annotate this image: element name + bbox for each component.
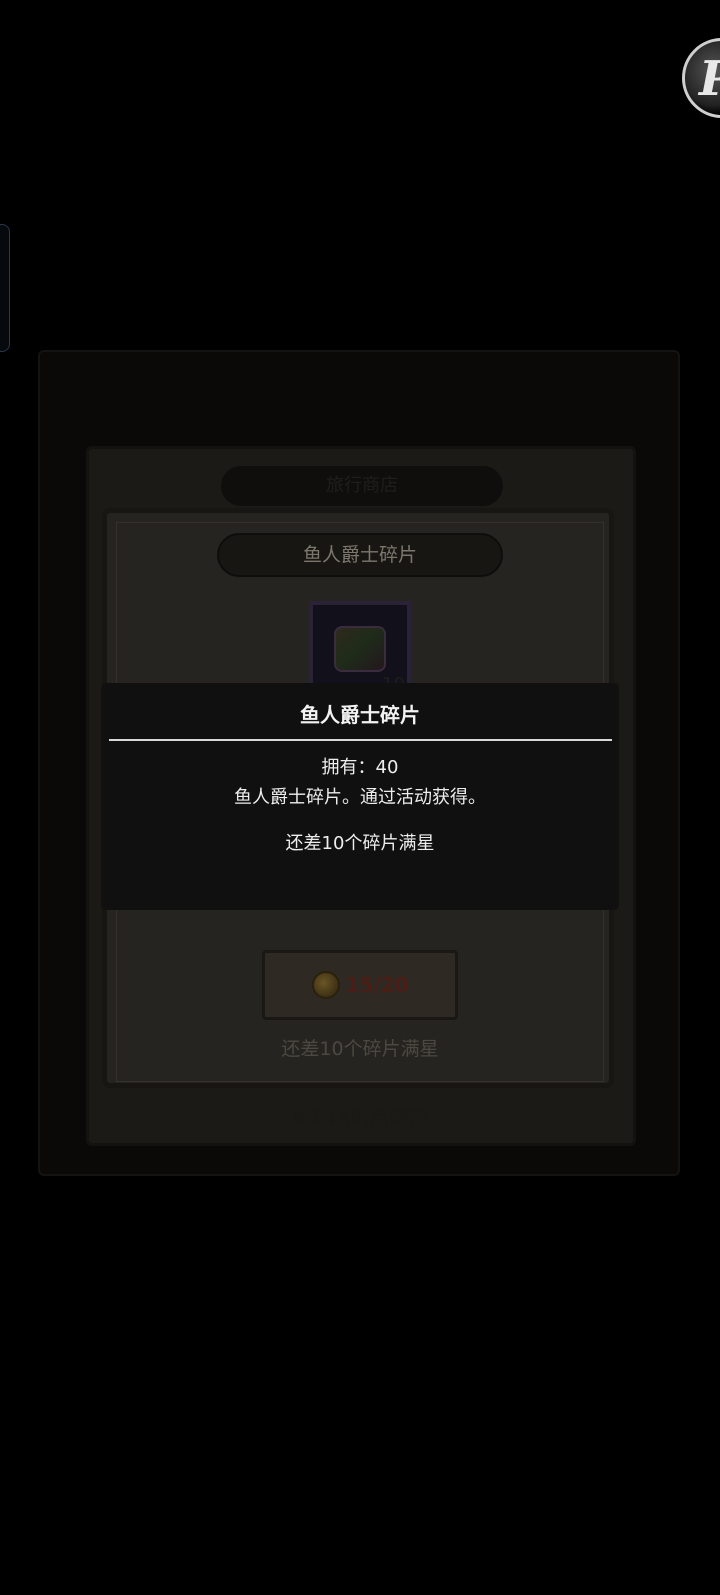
side-drawer-tab[interactable] <box>0 224 10 352</box>
tooltip-owned: 拥有：40 <box>321 757 399 778</box>
game-screen: P 旅行商店 鱼人爵士碎片 10 15/20 还差10个碎片满星 8天16时后刷… <box>0 0 720 1595</box>
item-name-banner: 鱼人爵士碎片 <box>217 533 503 577</box>
tooltip-divider <box>109 739 612 741</box>
refresh-timer: 8天16时后刷新 <box>292 1108 428 1130</box>
item-fragment-icon <box>334 626 386 672</box>
tooltip-title: 鱼人爵士碎片 <box>300 703 420 727</box>
shop-title: 旅行商店 <box>221 466 503 506</box>
item-tooltip: 鱼人爵士碎片 拥有：40 鱼人爵士碎片。通过活动获得。 还差10个碎片满星 <box>101 683 619 910</box>
remaining-fragments-text: 还差10个碎片满星 <box>281 1038 439 1060</box>
corner-app-badge-icon[interactable]: P <box>682 38 720 118</box>
price-label: 15/20 <box>345 973 409 997</box>
buy-button[interactable]: 15/20 <box>262 950 458 1020</box>
tooltip-remaining: 还差10个碎片满星 <box>285 833 435 854</box>
coin-icon <box>311 971 340 999</box>
tooltip-description: 鱼人爵士碎片。通过活动获得。 <box>234 787 486 808</box>
